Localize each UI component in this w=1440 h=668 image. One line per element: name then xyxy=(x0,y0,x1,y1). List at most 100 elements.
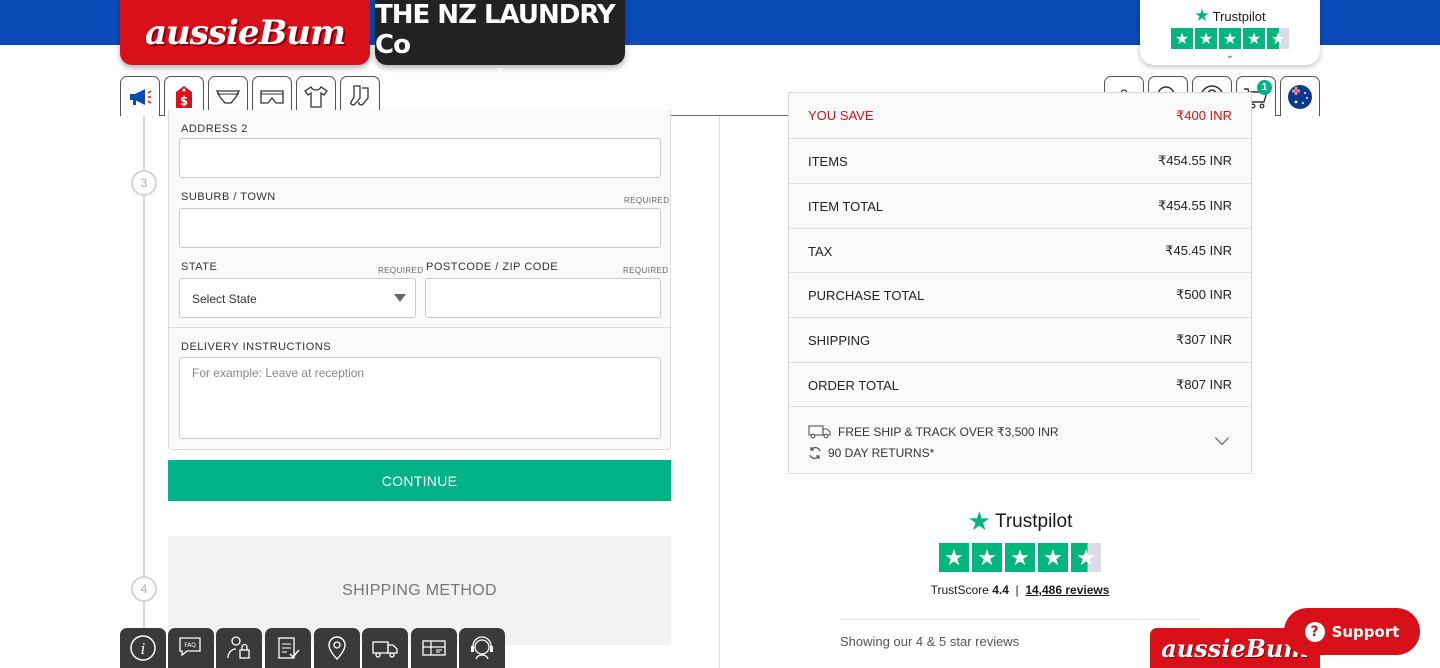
store-locator-button[interactable] xyxy=(314,628,360,668)
star-icon: ★ xyxy=(972,543,1002,572)
aussiebum-brand-tab[interactable]: aussieBum xyxy=(120,0,370,65)
dropdown-arrow-icon xyxy=(394,294,406,302)
faq-chat-icon: FAQ xyxy=(179,637,201,657)
terms-button[interactable] xyxy=(265,628,311,668)
summary-value: ₹307 INR xyxy=(1176,332,1232,347)
returns-refresh-icon xyxy=(809,446,821,459)
postcode-label: POSTCODE / ZIP CODE xyxy=(426,261,559,273)
postcode-input[interactable] xyxy=(425,278,661,318)
suburb-label: SUBURB / TOWN xyxy=(181,191,276,203)
state-select-value: Select State xyxy=(192,292,257,306)
summary-label: SHIPPING xyxy=(808,332,871,348)
required-tag: REQUIRED xyxy=(378,266,424,275)
trustpilot-widget[interactable]: ★ Trustpilot ★ ★ ★ ★ ★ TrustScore 4.4 | … xyxy=(840,506,1200,620)
summary-label: ITEM TOTAL xyxy=(808,198,884,214)
trustscore-value: 4.4 xyxy=(992,583,1009,597)
returns-text: 90 DAY RETURNS* xyxy=(828,445,935,460)
delivery-truck-icon xyxy=(372,641,398,658)
summary-value: ₹454.55 INR xyxy=(1157,198,1232,213)
step-4-indicator: 4 xyxy=(131,576,157,602)
summary-label: ORDER TOTAL xyxy=(808,377,900,393)
socks-icon xyxy=(350,84,369,105)
trustpilot-stars: ★ ★ ★ ★ ★ xyxy=(1171,28,1289,49)
summary-label: PURCHASE TOTAL xyxy=(808,287,925,303)
summary-value: ₹500 INR xyxy=(1176,287,1232,302)
svg-text:$: $ xyxy=(180,94,188,108)
address2-input[interactable] xyxy=(179,138,661,178)
state-select[interactable]: Select State xyxy=(179,278,416,318)
summary-row-order-total: ORDER TOTAL ₹807 INR xyxy=(789,362,1251,407)
summary-label: TAX xyxy=(808,243,833,259)
summary-row-you-save: YOU SAVE ₹400 INR xyxy=(789,93,1251,138)
trustpilot-star-icon: ★ xyxy=(967,506,991,536)
country-selector-button[interactable] xyxy=(1280,76,1320,116)
aussiebum-logo: aussieBum xyxy=(144,12,346,53)
showing-reviews-text: Showing our 4 & 5 star reviews xyxy=(840,634,1020,649)
chevron-down-icon: ⌄ xyxy=(1225,50,1235,61)
suburb-input[interactable] xyxy=(179,208,661,248)
continue-button[interactable]: CONTINUE xyxy=(168,460,671,501)
summary-label: ITEMS xyxy=(808,153,848,169)
sale-tag-icon: $ xyxy=(176,85,192,108)
privacy-security-button[interactable] xyxy=(216,628,262,668)
support-label: Support xyxy=(1331,622,1400,641)
summary-value: ₹45.45 INR xyxy=(1165,243,1232,258)
delivery-instructions-textarea[interactable]: For example: Leave at reception xyxy=(179,357,661,439)
free-ship-text: FREE SHIP & TRACK OVER ₹3,500 INR xyxy=(838,424,1059,439)
summary-value: ₹400 INR xyxy=(1176,107,1232,123)
info-icon: i xyxy=(130,635,156,661)
faq-button[interactable]: FAQ xyxy=(168,628,214,668)
map-pin-icon xyxy=(328,636,346,660)
shipping-perks[interactable]: FREE SHIP & TRACK OVER ₹3,500 INR 90 DAY… xyxy=(789,406,1251,473)
column-separator xyxy=(719,116,720,668)
australia-flag-icon xyxy=(1288,84,1312,109)
promo-megaphone-button[interactable] xyxy=(120,76,160,116)
half-star-icon: ★ xyxy=(1267,28,1289,49)
delivery-instructions-label: DELIVERY INSTRUCTIONS xyxy=(181,341,332,353)
summary-row-purchase-total: PURCHASE TOTAL ₹500 INR xyxy=(789,272,1251,317)
required-tag: REQUIRED xyxy=(623,266,669,275)
star-icon: ★ xyxy=(1195,28,1217,49)
summary-row-items: ITEMS ₹454.55 INR xyxy=(789,138,1251,183)
delivery-truck-icon xyxy=(808,424,831,438)
shipping-info-button[interactable] xyxy=(362,628,408,668)
reviews-count-link[interactable]: 14,486 reviews xyxy=(1025,583,1109,597)
summary-value: ₹807 INR xyxy=(1176,377,1232,392)
state-label: STATE xyxy=(181,261,218,273)
address2-label: ADDRESS 2 xyxy=(181,123,248,135)
chevron-down-icon: ⌄ xyxy=(494,59,506,74)
summary-row-tax: TAX ₹45.45 INR xyxy=(789,228,1251,273)
gift-card-button[interactable] xyxy=(411,628,457,668)
step-3-indicator: 3 xyxy=(131,170,157,196)
summary-value: ₹454.55 INR xyxy=(1157,153,1232,168)
trustpilot-star-icon: ★ xyxy=(1194,6,1210,25)
trustpilot-rating-stars: ★ ★ ★ ★ ★ xyxy=(939,543,1101,572)
trustpilot-name: Trustpilot xyxy=(1212,8,1266,24)
trunks-icon xyxy=(260,89,284,104)
laundry-brand-tab[interactable]: THE NZ LAUNDRY Co ⌄ xyxy=(375,0,625,73)
half-star-icon: ★ xyxy=(1071,543,1101,572)
gift-card-icon xyxy=(422,640,446,656)
summary-row-shipping: SHIPPING ₹307 INR xyxy=(789,317,1251,362)
summary-row-item-total: ITEM TOTAL ₹454.55 INR xyxy=(789,183,1251,228)
customer-service-button[interactable] xyxy=(459,628,505,668)
svg-text:FAQ: FAQ xyxy=(184,642,196,649)
summary-label: YOU SAVE xyxy=(808,108,874,123)
star-icon: ★ xyxy=(1219,28,1241,49)
delivery-address-form: ADDRESS 2 SUBURB / TOWN REQUIRED STATE R… xyxy=(168,110,671,450)
trustpilot-header-badge[interactable]: ★ Trustpilot ★ ★ ★ ★ ★ ⌄ xyxy=(1140,0,1320,65)
order-summary: YOU SAVE ₹400 INR ITEMS ₹454.55 INR ITEM… xyxy=(788,92,1252,474)
star-icon: ★ xyxy=(1243,28,1265,49)
cart-count-badge: 1 xyxy=(1257,80,1272,95)
required-tag: REQUIRED xyxy=(624,196,670,205)
info-button[interactable]: i xyxy=(120,628,166,668)
trustscore-line: TrustScore 4.4 | 14,486 reviews xyxy=(930,583,1110,597)
form-divider xyxy=(169,327,670,328)
question-icon: ? xyxy=(1304,621,1325,642)
tshirt-icon xyxy=(304,85,328,108)
support-agent-icon xyxy=(471,636,493,660)
support-button[interactable]: ? Support xyxy=(1284,608,1420,655)
delivery-instructions-placeholder: For example: Leave at reception xyxy=(192,366,365,380)
trustpilot-widget-name: Trustpilot xyxy=(994,510,1073,532)
trustscore-label: TrustScore xyxy=(930,583,989,597)
